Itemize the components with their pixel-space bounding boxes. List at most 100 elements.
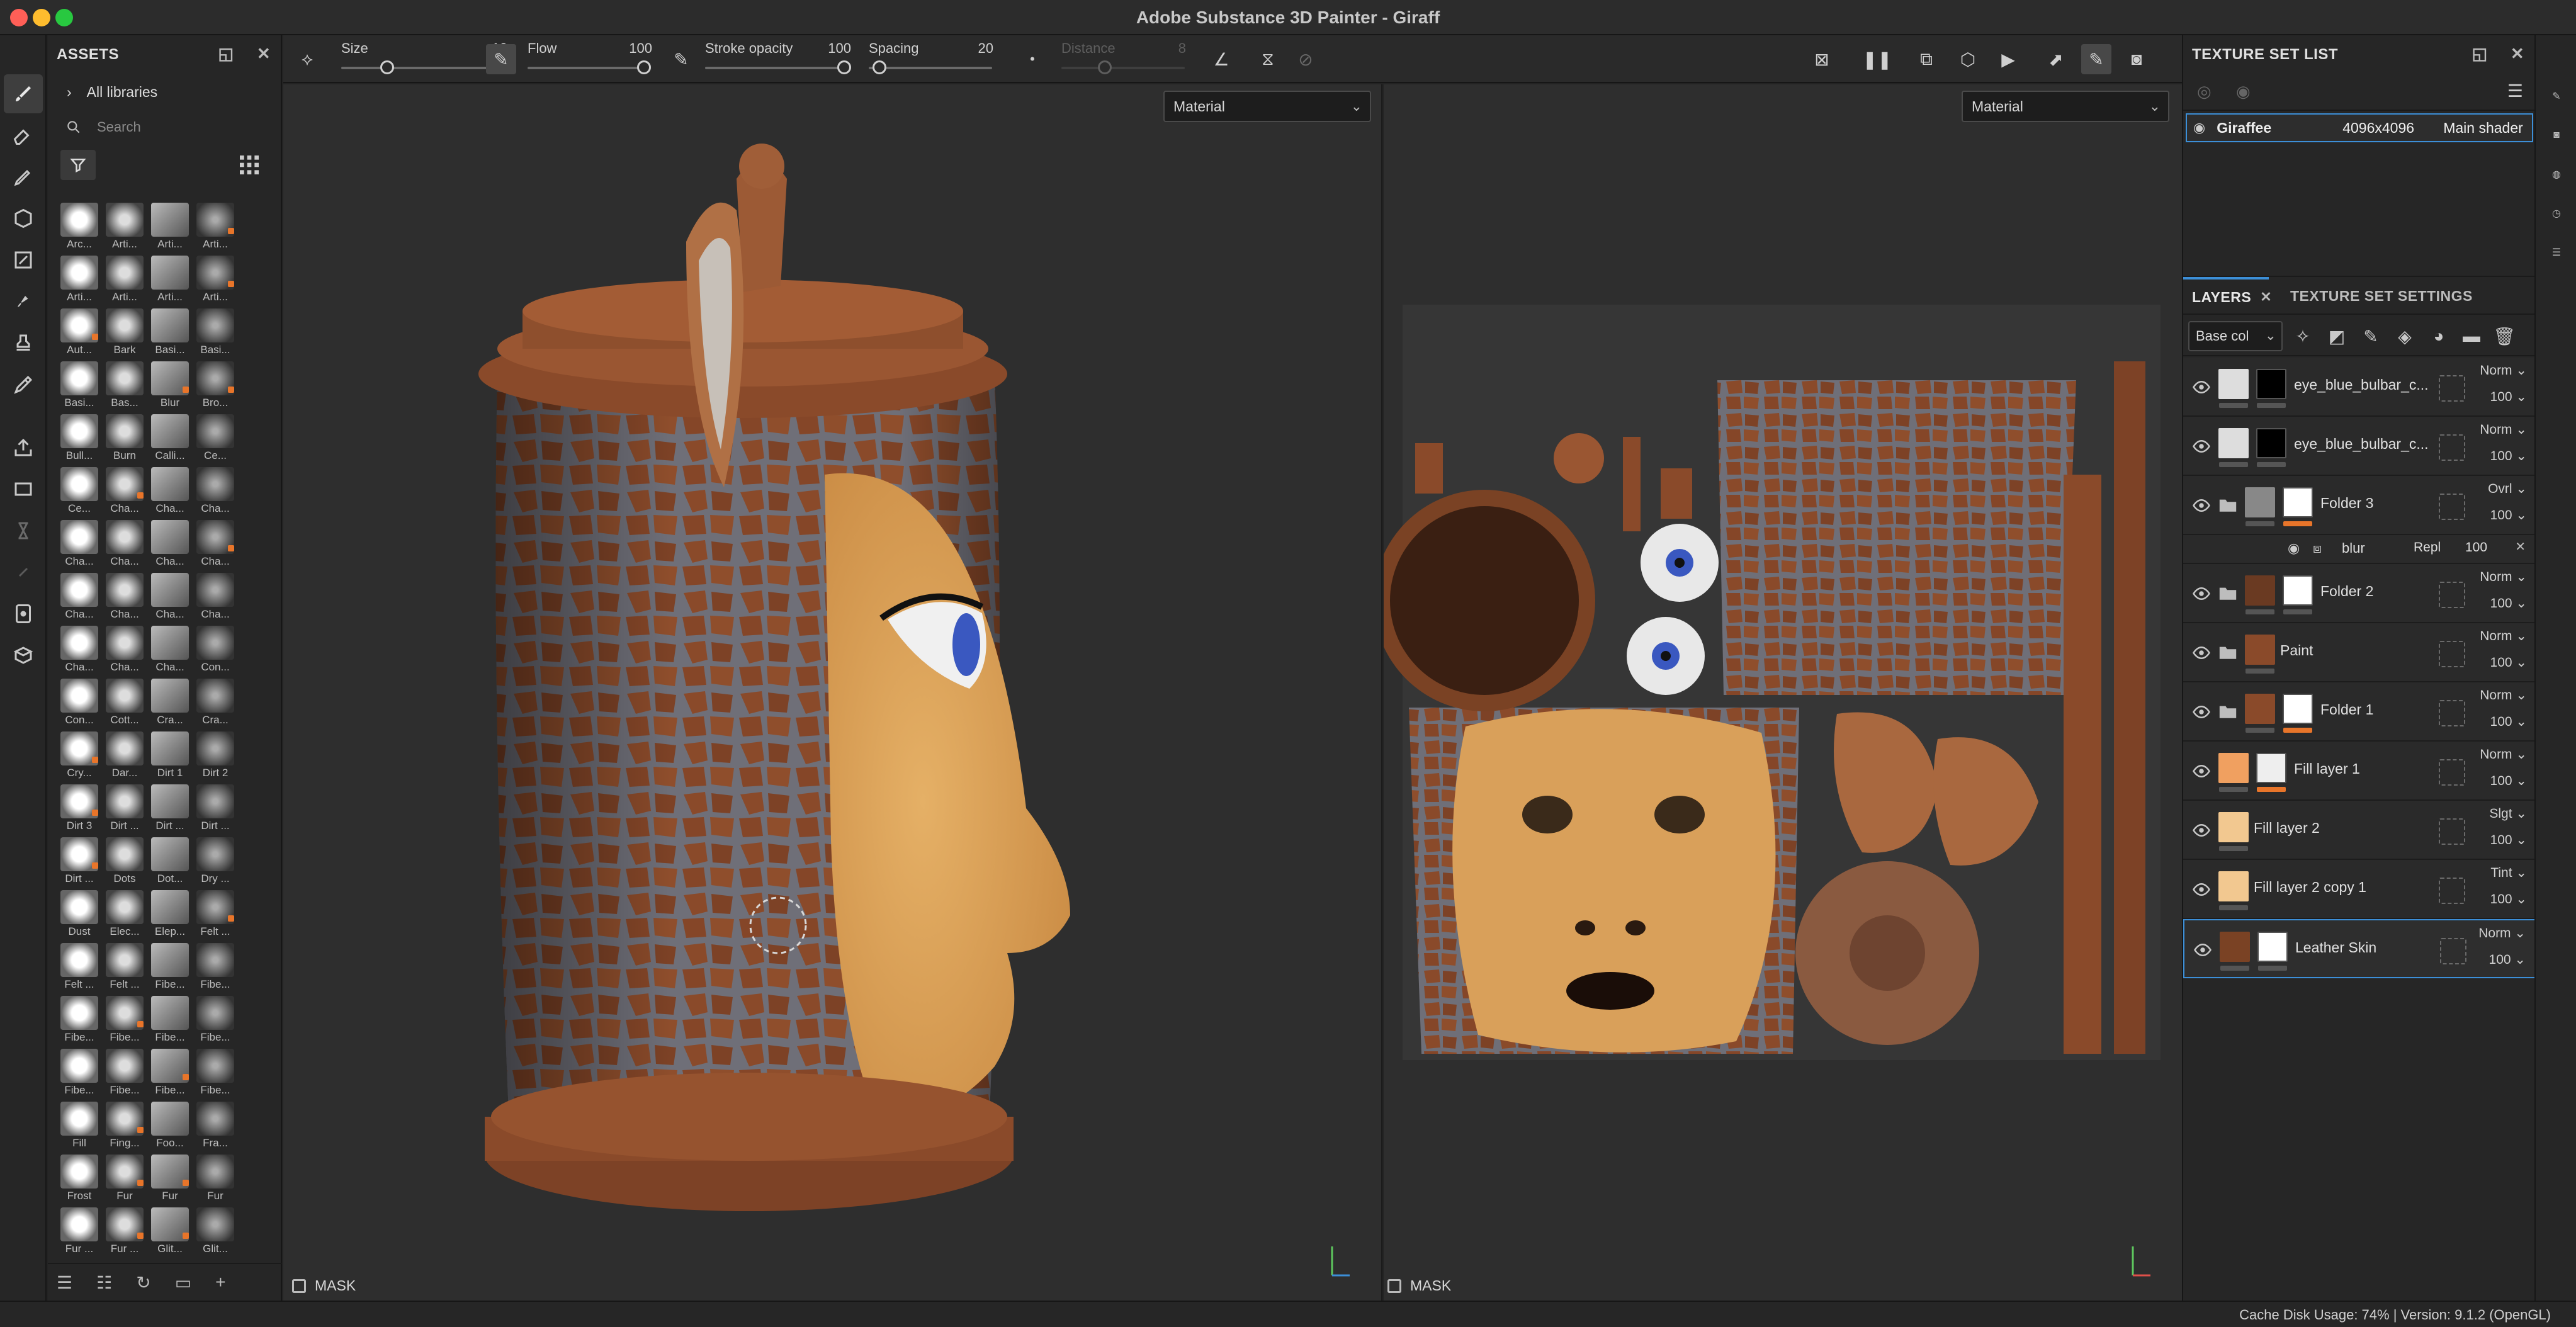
brush-item[interactable]: Cha... bbox=[102, 624, 147, 676]
layer-opacity[interactable]: 100 ⌄ bbox=[2490, 891, 2527, 907]
stroke-pressure-icon[interactable]: ✎ bbox=[666, 44, 696, 74]
paint-brush-tool-button[interactable] bbox=[4, 74, 43, 113]
eye-icon[interactable]: ◉ bbox=[2193, 120, 2205, 136]
eye-icon[interactable] bbox=[2192, 703, 2211, 721]
brush-item[interactable]: Elep... bbox=[147, 889, 193, 940]
brush-item[interactable]: Dirt ... bbox=[193, 783, 238, 835]
hide-ui-icon[interactable]: ⊠ bbox=[1807, 44, 1837, 74]
brush-item[interactable]: Dust bbox=[57, 889, 102, 940]
layer-mask-slot[interactable] bbox=[2439, 375, 2465, 402]
grid-view-icon[interactable] bbox=[237, 152, 262, 178]
brush-item[interactable]: Con... bbox=[193, 624, 238, 676]
brush-item[interactable]: Dry ... bbox=[193, 836, 238, 888]
paint-mode-icon[interactable]: ✎ bbox=[2081, 44, 2111, 74]
brush-item[interactable]: Dirt 3 bbox=[57, 783, 102, 835]
brush-item[interactable]: Basi... bbox=[147, 307, 193, 359]
brush-item[interactable]: Dirt ... bbox=[57, 836, 102, 888]
brush-item[interactable]: Cha... bbox=[57, 519, 102, 570]
layer-row[interactable]: Fill layer 2 copy 1 Tint ⌄ 100 ⌄ bbox=[2183, 860, 2536, 919]
eye-icon[interactable] bbox=[2192, 762, 2211, 781]
brush-item[interactable]: Glit... bbox=[193, 1206, 238, 1258]
layer-opacity[interactable]: 100 ⌄ bbox=[2490, 773, 2527, 789]
distance-value[interactable]: 8 bbox=[1148, 40, 1186, 57]
stroke-opacity-slider[interactable]: Stroke opacity 100 bbox=[705, 35, 854, 83]
export-button[interactable] bbox=[4, 428, 43, 467]
brush-item[interactable]: Fra... bbox=[193, 1100, 238, 1152]
brush-item[interactable]: Cha... bbox=[102, 466, 147, 517]
brush-item[interactable]: Basi... bbox=[193, 307, 238, 359]
menu-icon[interactable]: ☰ bbox=[2507, 81, 2523, 101]
close-icon[interactable]: ✕ bbox=[2509, 44, 2526, 63]
tab-texture-set-settings[interactable]: TEXTURE SET SETTINGS bbox=[2290, 277, 2473, 315]
brush-item[interactable]: Arti... bbox=[102, 201, 147, 253]
brush-item[interactable]: Fibe... bbox=[147, 995, 193, 1046]
layer-mask-thumbnail[interactable] bbox=[2256, 753, 2286, 783]
brush-item[interactable]: Burn bbox=[102, 413, 147, 465]
brush-item[interactable]: Cha... bbox=[147, 624, 193, 676]
brush-item[interactable]: Glit... bbox=[147, 1206, 193, 1258]
layer-blend-mode[interactable]: Repl bbox=[2414, 540, 2441, 555]
log-icon[interactable]: ☰ bbox=[2545, 240, 2568, 264]
brush-item[interactable]: Cha... bbox=[147, 519, 193, 570]
filter-button[interactable] bbox=[60, 150, 96, 180]
layer-mask-thumbnail[interactable] bbox=[2283, 694, 2313, 724]
geometry-fill-tool-button[interactable] bbox=[4, 199, 43, 238]
layer-mask-thumbnail[interactable] bbox=[2283, 575, 2313, 606]
history-icon[interactable]: ◷ bbox=[2545, 201, 2568, 225]
clone-tool-button[interactable] bbox=[4, 324, 43, 363]
eye-icon[interactable] bbox=[2193, 940, 2212, 959]
layer-opacity[interactable]: 100 ⌄ bbox=[2490, 507, 2527, 523]
eye-icon[interactable] bbox=[2192, 437, 2211, 456]
brush-item[interactable]: Fing... bbox=[102, 1100, 147, 1152]
brush-item[interactable]: Fibe... bbox=[147, 942, 193, 993]
polygon-fill-tool-button[interactable] bbox=[4, 240, 43, 280]
spacing-knob[interactable] bbox=[873, 60, 886, 74]
properties-icon[interactable]: ✎ bbox=[2545, 84, 2568, 108]
layer-row[interactable]: Paint Norm ⌄ 100 ⌄ bbox=[2183, 623, 2536, 682]
spacing-value[interactable]: 20 bbox=[956, 40, 993, 57]
stroke-opacity-value[interactable]: 100 bbox=[813, 40, 851, 57]
brush-item[interactable]: Dirt ... bbox=[147, 783, 193, 835]
brush-item[interactable]: Cra... bbox=[193, 677, 238, 729]
layer-opacity[interactable]: 100 ⌄ bbox=[2490, 389, 2527, 405]
brush-item[interactable]: Dirt 1 bbox=[147, 730, 193, 782]
brush-item[interactable]: Fur bbox=[193, 1153, 238, 1205]
brush-item[interactable]: Cra... bbox=[147, 677, 193, 729]
layer-mask-slot[interactable] bbox=[2439, 700, 2465, 726]
close-icon[interactable]: ✕ bbox=[256, 44, 272, 63]
shader-icon[interactable]: ◍ bbox=[2545, 162, 2568, 186]
layer-row[interactable]: Folder 3 Ovrl ⌄ 100 ⌄ bbox=[2183, 476, 2536, 535]
add-fill-layer-icon[interactable]: ◈ bbox=[2393, 325, 2416, 347]
close-icon[interactable]: ✕ bbox=[2260, 289, 2272, 305]
mask-checkbox-3d[interactable] bbox=[292, 1279, 306, 1293]
brush-item[interactable]: Arti... bbox=[102, 254, 147, 306]
add-smart-material-icon[interactable]: ◕ bbox=[2427, 325, 2450, 347]
brush-item[interactable]: Fibe... bbox=[57, 1047, 102, 1099]
brush-item[interactable]: Fibe... bbox=[193, 942, 238, 993]
brush-item[interactable]: Cha... bbox=[193, 519, 238, 570]
smudge-tool-button[interactable] bbox=[4, 282, 43, 321]
layer-mask-thumbnail[interactable] bbox=[2257, 932, 2288, 962]
screenshot-icon[interactable]: ◙ bbox=[2121, 44, 2152, 74]
layer-mask-slot[interactable] bbox=[2439, 759, 2465, 786]
viewport-3d[interactable]: Material ⌄ MASK bbox=[283, 84, 1382, 1301]
distance-slider[interactable]: Distance 8 bbox=[1061, 35, 1187, 83]
layer-effect-row[interactable]: ◉ ⧈ blur Repl 100 ✕ bbox=[2183, 535, 2536, 564]
shelf-button[interactable] bbox=[4, 636, 43, 675]
brush-item[interactable]: Fibe... bbox=[147, 1047, 193, 1099]
object-icon[interactable]: ⬡ bbox=[1953, 44, 1983, 74]
layer-opacity[interactable]: 100 bbox=[2465, 540, 2487, 555]
brush-item[interactable]: Fur bbox=[147, 1153, 193, 1205]
refresh-icon[interactable]: ↻ bbox=[136, 1272, 150, 1293]
bake-button[interactable] bbox=[4, 470, 43, 509]
brush-item[interactable]: Fibe... bbox=[193, 1047, 238, 1099]
distance-knob[interactable] bbox=[1098, 60, 1112, 74]
brush-item[interactable]: Dots bbox=[102, 836, 147, 888]
display-icon[interactable]: ◙ bbox=[2545, 123, 2568, 147]
brush-item[interactable]: Dirt 2 bbox=[193, 730, 238, 782]
brush-item[interactable]: Frost bbox=[57, 1153, 102, 1205]
brush-item[interactable]: Basi... bbox=[57, 360, 102, 412]
layer-blend-mode[interactable]: Norm ⌄ bbox=[2480, 747, 2527, 762]
eye-icon[interactable] bbox=[2192, 378, 2211, 397]
eraser-tool-button[interactable] bbox=[4, 116, 43, 155]
